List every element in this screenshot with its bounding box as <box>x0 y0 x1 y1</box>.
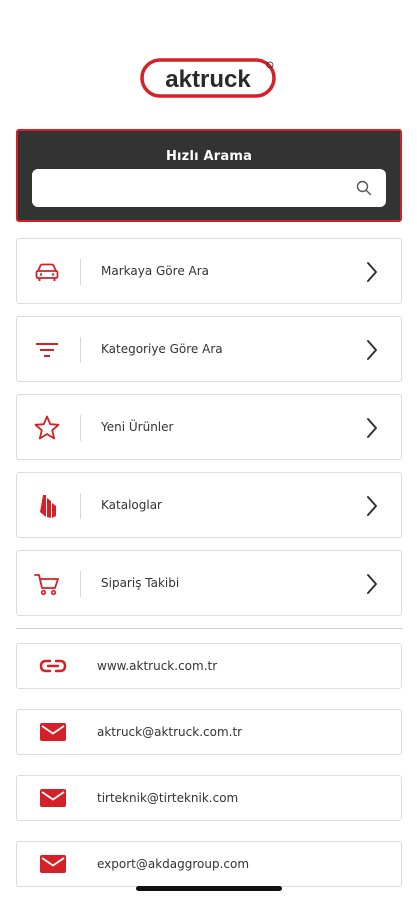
contact-label: tirteknik@tirteknik.com <box>97 791 239 805</box>
search-input[interactable] <box>32 169 342 207</box>
menu-item-catalogs[interactable]: Kataloglar <box>16 472 402 538</box>
contact-label: export@akdaggroup.com <box>97 857 250 871</box>
logo-text: aktruck <box>165 66 251 93</box>
mail-icon <box>40 855 66 873</box>
chevron-right-icon <box>367 574 377 594</box>
menu-item-label: Kataloglar <box>101 498 162 512</box>
link-icon <box>39 659 67 673</box>
mail-icon <box>40 789 66 807</box>
menu-item-category-search[interactable]: Kategoriye Göre Ara <box>16 316 402 382</box>
contact-label: aktruck@aktruck.com.tr <box>97 725 243 739</box>
menu-divider <box>80 415 81 441</box>
menu-divider <box>80 259 81 285</box>
car-icon <box>35 263 59 281</box>
filter-icon <box>36 343 58 357</box>
menu-item-brand-search[interactable]: Markaya Göre Ara <box>16 238 402 304</box>
menu-item-label: Kategoriye Göre Ara <box>101 342 223 356</box>
menu-item-label: Yeni Ürünler <box>101 420 174 434</box>
contact-email-export[interactable]: export@akdaggroup.com <box>16 841 402 887</box>
catalog-icon <box>40 495 56 518</box>
chevron-right-icon <box>367 340 377 360</box>
logo-container: aktruck <box>0 56 417 100</box>
menu-item-new-products[interactable]: Yeni Ürünler <box>16 394 402 460</box>
contact-website[interactable]: www.aktruck.com.tr <box>16 643 402 689</box>
cart-icon <box>34 574 59 596</box>
search-field-wrapper[interactable] <box>32 169 386 207</box>
contact-email-tirteknik[interactable]: tirteknik@tirteknik.com <box>16 775 402 821</box>
menu-divider <box>80 571 81 597</box>
aktruck-logo: aktruck <box>139 58 276 98</box>
menu-item-label: Markaya Göre Ara <box>101 264 210 278</box>
contact-label: www.aktruck.com.tr <box>97 659 218 673</box>
menu-divider <box>80 493 81 519</box>
mail-icon <box>40 723 66 741</box>
chevron-right-icon <box>367 496 377 516</box>
contact-email-aktruck[interactable]: aktruck@aktruck.com.tr <box>16 709 402 755</box>
section-divider <box>16 628 402 629</box>
menu-divider <box>80 337 81 363</box>
menu-item-order-tracking[interactable]: Sipariş Takibi <box>16 550 402 616</box>
chevron-right-icon <box>367 262 377 282</box>
quick-search-title: Hızlı Arama <box>165 149 253 164</box>
star-icon <box>34 415 60 440</box>
menu-item-label: Sipariş Takibi <box>101 576 180 590</box>
search-icon[interactable] <box>356 180 372 196</box>
chevron-right-icon <box>367 418 377 438</box>
home-indicator[interactable] <box>136 886 282 891</box>
quick-search-panel: Hızlı Arama <box>16 129 402 222</box>
